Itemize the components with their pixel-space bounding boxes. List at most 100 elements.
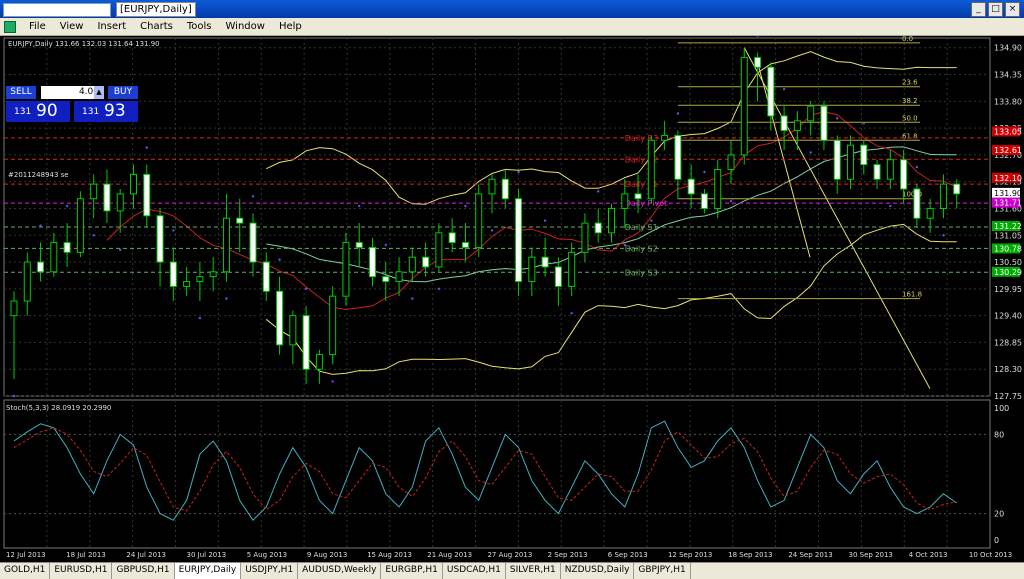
parabolic-sar-dot [543,219,547,222]
menu-tools[interactable]: Tools [180,18,219,35]
parabolic-sar-dot [172,229,175,232]
parabolic-sar-dot [517,170,520,174]
candle-body [103,183,111,212]
parabolic-sar-dot [623,243,626,247]
parabolic-sar-dot [782,87,786,91]
price-tag-label: 131.90 [994,189,1022,198]
close-button[interactable]: × [1005,2,1020,17]
menu-file[interactable]: File [22,18,53,35]
candle-body [37,261,45,273]
price-chart[interactable]: 134.90134.35133.80133.25132.70132.15131.… [0,36,1024,561]
price-axis-label: 129.95 [994,285,1022,294]
price-axis-label: 128.30 [994,365,1022,374]
tab-eurjpy-daily[interactable]: EURJPY,Daily [174,563,242,579]
chart-header: EURJPY,Daily 131.66 132.03 131.64 131.90 [8,40,160,48]
candle-body [302,315,310,370]
tab-silver-h1[interactable]: SILVER,H1 [506,563,561,579]
tab-eurgbp-h1[interactable]: EURGBP,H1 [381,563,443,579]
candle-body [528,256,536,283]
bid-price-box[interactable]: 131 90 [6,101,70,122]
candle-body [50,242,58,273]
parabolic-sar-dot [570,311,573,315]
candle-body [767,66,775,117]
fibonacci-level-label: 161.8 [902,291,922,299]
candle-body [541,256,549,268]
candle-body [886,159,894,180]
candle-body [661,134,669,141]
title-bar: [EURJPY,Daily] _ □ × [0,0,1024,18]
menu-view[interactable]: View [53,18,91,35]
candle-body [820,105,828,141]
candle-body [196,276,204,283]
menu-bar: File View Insert Charts Tools Window Help [0,18,1024,36]
price-axis-label: 128.85 [994,338,1022,347]
tab-gold-h1[interactable]: GOLD,H1 [0,563,51,579]
candle-body [860,144,868,166]
price-tag-label: 132.61 [994,146,1022,155]
parabolic-sar-dot [729,199,733,203]
maximize-button[interactable]: □ [988,2,1003,17]
parabolic-sar-dot [889,204,892,208]
chart-window-icon[interactable] [4,21,16,33]
candle-body [355,242,363,248]
parabolic-sar-dot [251,195,255,198]
parabolic-sar-dot [119,248,122,252]
tab-audusd-weekly[interactable]: AUDUSD,Weekly [298,563,382,579]
menu-charts[interactable]: Charts [133,18,180,35]
candle-body [90,183,98,200]
parabolic-sar-dot [92,234,95,237]
sell-button[interactable]: SELL [6,86,36,99]
candle-body [621,193,629,209]
candle-body [289,315,297,346]
candle-body [76,198,84,253]
chart-area[interactable]: 134.90134.35133.80133.25132.70132.15131.… [0,36,1024,561]
candle-body [873,164,881,180]
candle-body [727,154,735,171]
tab-gbpjpy-h1[interactable]: GBPJPY,H1 [634,563,691,579]
tab-gbpusd-h1[interactable]: GBPUSD,H1 [112,563,175,579]
candle-body [276,290,284,346]
price-axis-label: 133.80 [994,97,1022,106]
candle-body [807,105,815,122]
price-axis-label: 129.40 [994,312,1022,321]
menu-window[interactable]: Window [219,18,272,35]
parabolic-sar-dot [703,170,706,174]
order-label: #2011248943 se [8,171,69,179]
buy-button[interactable]: BUY [108,86,138,99]
candle-body [754,56,762,68]
parabolic-sar-dot [597,190,600,193]
price-tag-label: 132.10 [994,174,1022,183]
tab-eurusd-h1[interactable]: EURUSD,H1 [50,563,113,579]
ask-price-box[interactable]: 131 93 [74,101,138,122]
candle-body [647,139,655,200]
tab-nzdusd-daily[interactable]: NZDUSD,Daily [561,563,635,579]
menu-help[interactable]: Help [272,18,309,35]
candle-body [156,215,164,263]
menu-insert[interactable]: Insert [90,18,133,35]
candle-body [488,178,496,195]
candle-body [169,261,177,287]
stoch-signal-line [13,427,957,512]
candle-body [369,246,376,278]
candle-body [939,183,947,209]
parabolic-sar-dot [145,146,148,149]
candle-body [315,354,323,370]
parabolic-sar-dot [915,165,919,169]
title-search-box[interactable] [3,3,111,17]
pivot-label: Daily S2 [625,244,658,253]
candle-body [395,271,403,283]
tab-usdjpy-h1[interactable]: USDJPY,H1 [241,563,299,579]
minimize-button[interactable]: _ [971,2,986,17]
candle-body [329,295,337,356]
candle-body [63,242,71,253]
candle-body [435,232,443,268]
parabolic-sar-dot [65,204,69,208]
lot-up-arrow-icon[interactable]: ▲ [94,86,104,99]
tab-usdcad-h1[interactable]: USDCAD,H1 [443,563,506,579]
price-axis-label: 134.35 [994,71,1022,80]
stoch-panel-frame [3,399,991,549]
parabolic-sar-dot [358,204,361,208]
candle-body [422,256,430,268]
price-axis-label: 134.90 [994,44,1022,53]
date-axis-label: 5 Aug 2013 [247,551,287,559]
